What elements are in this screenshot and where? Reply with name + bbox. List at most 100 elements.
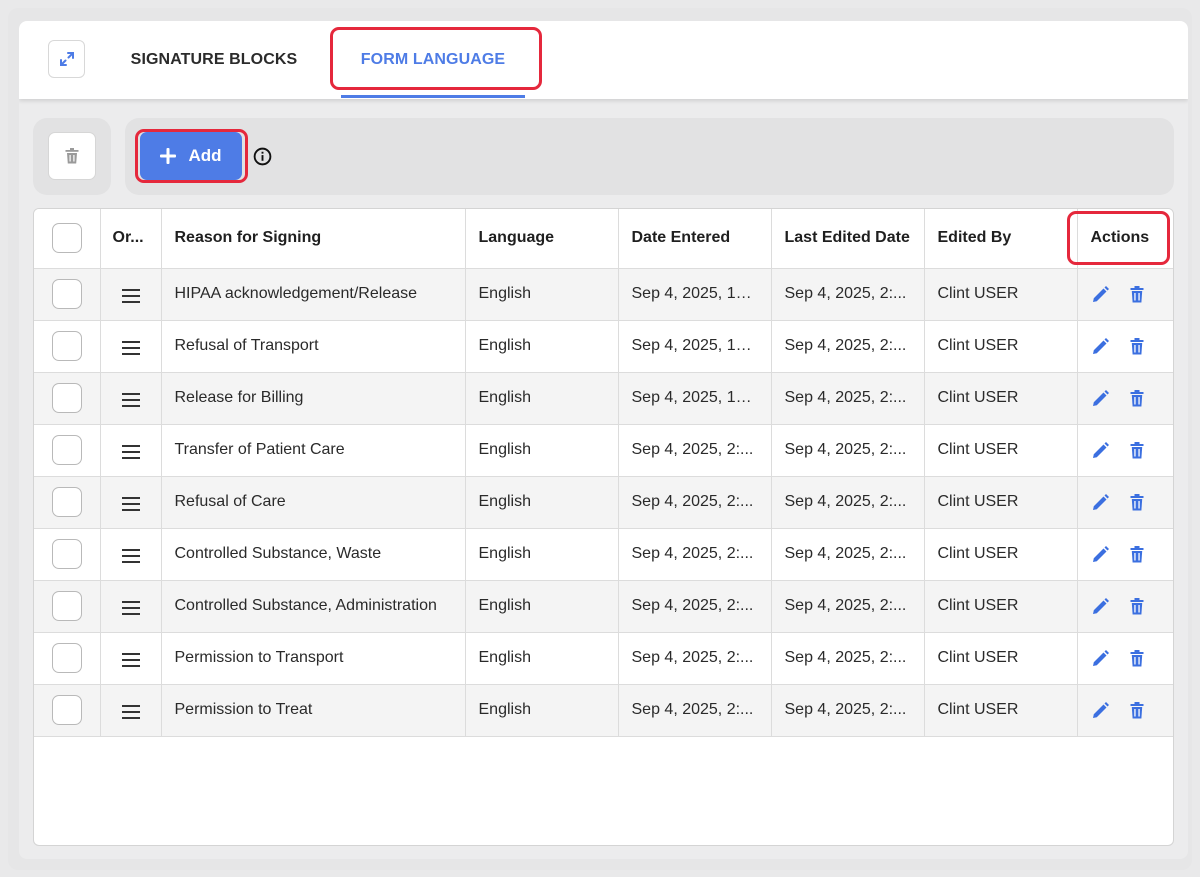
drag-handle-icon[interactable] bbox=[121, 548, 140, 563]
cell-actions bbox=[1077, 684, 1173, 737]
drag-handle-icon[interactable] bbox=[121, 496, 140, 511]
cell-date-entered: Sep 4, 2025, 10... bbox=[618, 320, 772, 373]
delete-trash-icon[interactable] bbox=[1128, 336, 1146, 356]
delete-trash-icon[interactable] bbox=[1128, 284, 1146, 304]
drag-handle-icon[interactable] bbox=[121, 288, 140, 303]
select-all-checkbox[interactable] bbox=[52, 223, 82, 254]
table-row[interactable]: Refusal of Care English Sep 4, 2025, 2:.… bbox=[34, 476, 1173, 529]
cell-language: English bbox=[465, 476, 619, 529]
cell-language: English bbox=[465, 580, 619, 633]
cell-date-entered: Sep 4, 2025, 2:... bbox=[618, 424, 772, 477]
row-checkbox[interactable] bbox=[52, 591, 82, 621]
row-select-cell bbox=[34, 320, 101, 373]
table-header-row: Or... Reason for Signing Language Date E… bbox=[34, 209, 1173, 269]
trash-icon bbox=[65, 148, 79, 164]
table-row[interactable]: Controlled Substance, Administration Eng… bbox=[34, 580, 1173, 633]
row-checkbox[interactable] bbox=[52, 435, 82, 465]
row-checkbox[interactable] bbox=[52, 539, 82, 569]
tab-form-language[interactable]: FORM LANGUAGE bbox=[341, 21, 525, 99]
pencil-icon[interactable] bbox=[1092, 648, 1110, 668]
table-row[interactable]: Controlled Substance, Waste English Sep … bbox=[34, 528, 1173, 581]
column-header-last-edited[interactable]: Last Edited Date bbox=[771, 209, 925, 269]
info-icon[interactable] bbox=[252, 146, 272, 166]
bulk-delete-button[interactable] bbox=[48, 132, 96, 180]
tabs-bar: SIGNATURE BLOCKS FORM LANGUAGE bbox=[19, 21, 1188, 99]
cell-last-edited: Sep 4, 2025, 2:... bbox=[771, 372, 925, 425]
drag-handle-icon[interactable] bbox=[121, 704, 140, 719]
tab-signature-blocks[interactable]: SIGNATURE BLOCKS bbox=[114, 21, 314, 99]
pencil-icon[interactable] bbox=[1092, 596, 1110, 616]
drag-handle-icon[interactable] bbox=[121, 600, 140, 615]
cell-reason: Refusal of Care bbox=[161, 476, 466, 529]
row-select-cell bbox=[34, 632, 101, 685]
pencil-icon[interactable] bbox=[1092, 544, 1110, 564]
pencil-icon[interactable] bbox=[1092, 284, 1110, 304]
cell-reason: Controlled Substance, Administration bbox=[161, 580, 466, 633]
table-row[interactable]: Transfer of Patient Care English Sep 4, … bbox=[34, 424, 1173, 477]
table-row[interactable]: Permission to Transport English Sep 4, 2… bbox=[34, 632, 1173, 685]
cell-language: English bbox=[465, 632, 619, 685]
drag-handle-icon[interactable] bbox=[121, 392, 140, 407]
cell-date-entered: Sep 4, 2025, 10... bbox=[618, 372, 772, 425]
column-header-date-entered[interactable]: Date Entered bbox=[618, 209, 772, 269]
pencil-icon[interactable] bbox=[1092, 388, 1110, 408]
cell-actions bbox=[1077, 632, 1173, 685]
pencil-icon[interactable] bbox=[1092, 440, 1110, 460]
row-checkbox[interactable] bbox=[52, 279, 82, 309]
cell-last-edited: Sep 4, 2025, 2:... bbox=[771, 320, 925, 373]
cell-edited-by: Clint USER bbox=[924, 268, 1078, 321]
cell-date-entered: Sep 4, 2025, 2:... bbox=[618, 580, 772, 633]
column-header-reason[interactable]: Reason for Signing bbox=[161, 209, 466, 269]
table-row[interactable]: Release for Billing English Sep 4, 2025,… bbox=[34, 372, 1173, 425]
column-header-order[interactable]: Or... bbox=[100, 209, 162, 269]
pencil-icon[interactable] bbox=[1092, 336, 1110, 356]
cell-edited-by: Clint USER bbox=[924, 632, 1078, 685]
cell-date-entered: Sep 4, 2025, 10... bbox=[618, 268, 772, 321]
delete-trash-icon[interactable] bbox=[1128, 700, 1146, 720]
bulk-delete-group bbox=[33, 118, 111, 195]
cell-last-edited: Sep 4, 2025, 2:... bbox=[771, 424, 925, 477]
column-header-language[interactable]: Language bbox=[465, 209, 619, 269]
row-checkbox[interactable] bbox=[52, 331, 82, 361]
drag-handle-icon[interactable] bbox=[121, 340, 140, 355]
delete-trash-icon[interactable] bbox=[1128, 440, 1146, 460]
row-select-cell bbox=[34, 268, 101, 321]
row-checkbox[interactable] bbox=[52, 383, 82, 413]
cell-actions bbox=[1077, 268, 1173, 321]
expand-button[interactable] bbox=[48, 40, 85, 78]
select-all-cell bbox=[34, 209, 101, 269]
expand-icon bbox=[59, 52, 74, 66]
delete-trash-icon[interactable] bbox=[1128, 492, 1146, 512]
drag-handle-icon[interactable] bbox=[121, 652, 140, 667]
active-tab-indicator bbox=[341, 95, 525, 98]
pencil-icon[interactable] bbox=[1092, 700, 1110, 720]
cell-actions bbox=[1077, 372, 1173, 425]
column-header-actions: Actions bbox=[1077, 209, 1173, 269]
form-language-panel: SIGNATURE BLOCKS FORM LANGUAGE Add Or...… bbox=[19, 21, 1188, 859]
cell-reason: Release for Billing bbox=[161, 372, 466, 425]
delete-trash-icon[interactable] bbox=[1128, 596, 1146, 616]
column-header-edited-by[interactable]: Edited By bbox=[924, 209, 1078, 269]
cell-reason: Permission to Treat bbox=[161, 684, 466, 737]
cell-date-entered: Sep 4, 2025, 2:... bbox=[618, 476, 772, 529]
table-row[interactable]: HIPAA acknowledgement/Release English Se… bbox=[34, 268, 1173, 321]
cell-date-entered: Sep 4, 2025, 2:... bbox=[618, 632, 772, 685]
delete-trash-icon[interactable] bbox=[1128, 388, 1146, 408]
row-checkbox[interactable] bbox=[52, 643, 82, 673]
toolbar: Add bbox=[125, 118, 1174, 195]
row-checkbox[interactable] bbox=[52, 695, 82, 725]
cell-edited-by: Clint USER bbox=[924, 580, 1078, 633]
row-checkbox[interactable] bbox=[52, 487, 82, 517]
drag-handle-cell bbox=[100, 268, 162, 321]
table-row[interactable]: Refusal of Transport English Sep 4, 2025… bbox=[34, 320, 1173, 373]
drag-handle-icon[interactable] bbox=[121, 444, 140, 459]
cell-last-edited: Sep 4, 2025, 2:... bbox=[771, 684, 925, 737]
pencil-icon[interactable] bbox=[1092, 492, 1110, 512]
cell-reason: Controlled Substance, Waste bbox=[161, 528, 466, 581]
drag-handle-cell bbox=[100, 320, 162, 373]
delete-trash-icon[interactable] bbox=[1128, 544, 1146, 564]
add-button[interactable]: Add bbox=[140, 132, 242, 180]
delete-trash-icon[interactable] bbox=[1128, 648, 1146, 668]
drag-handle-cell bbox=[100, 528, 162, 581]
table-row[interactable]: Permission to Treat English Sep 4, 2025,… bbox=[34, 684, 1173, 737]
